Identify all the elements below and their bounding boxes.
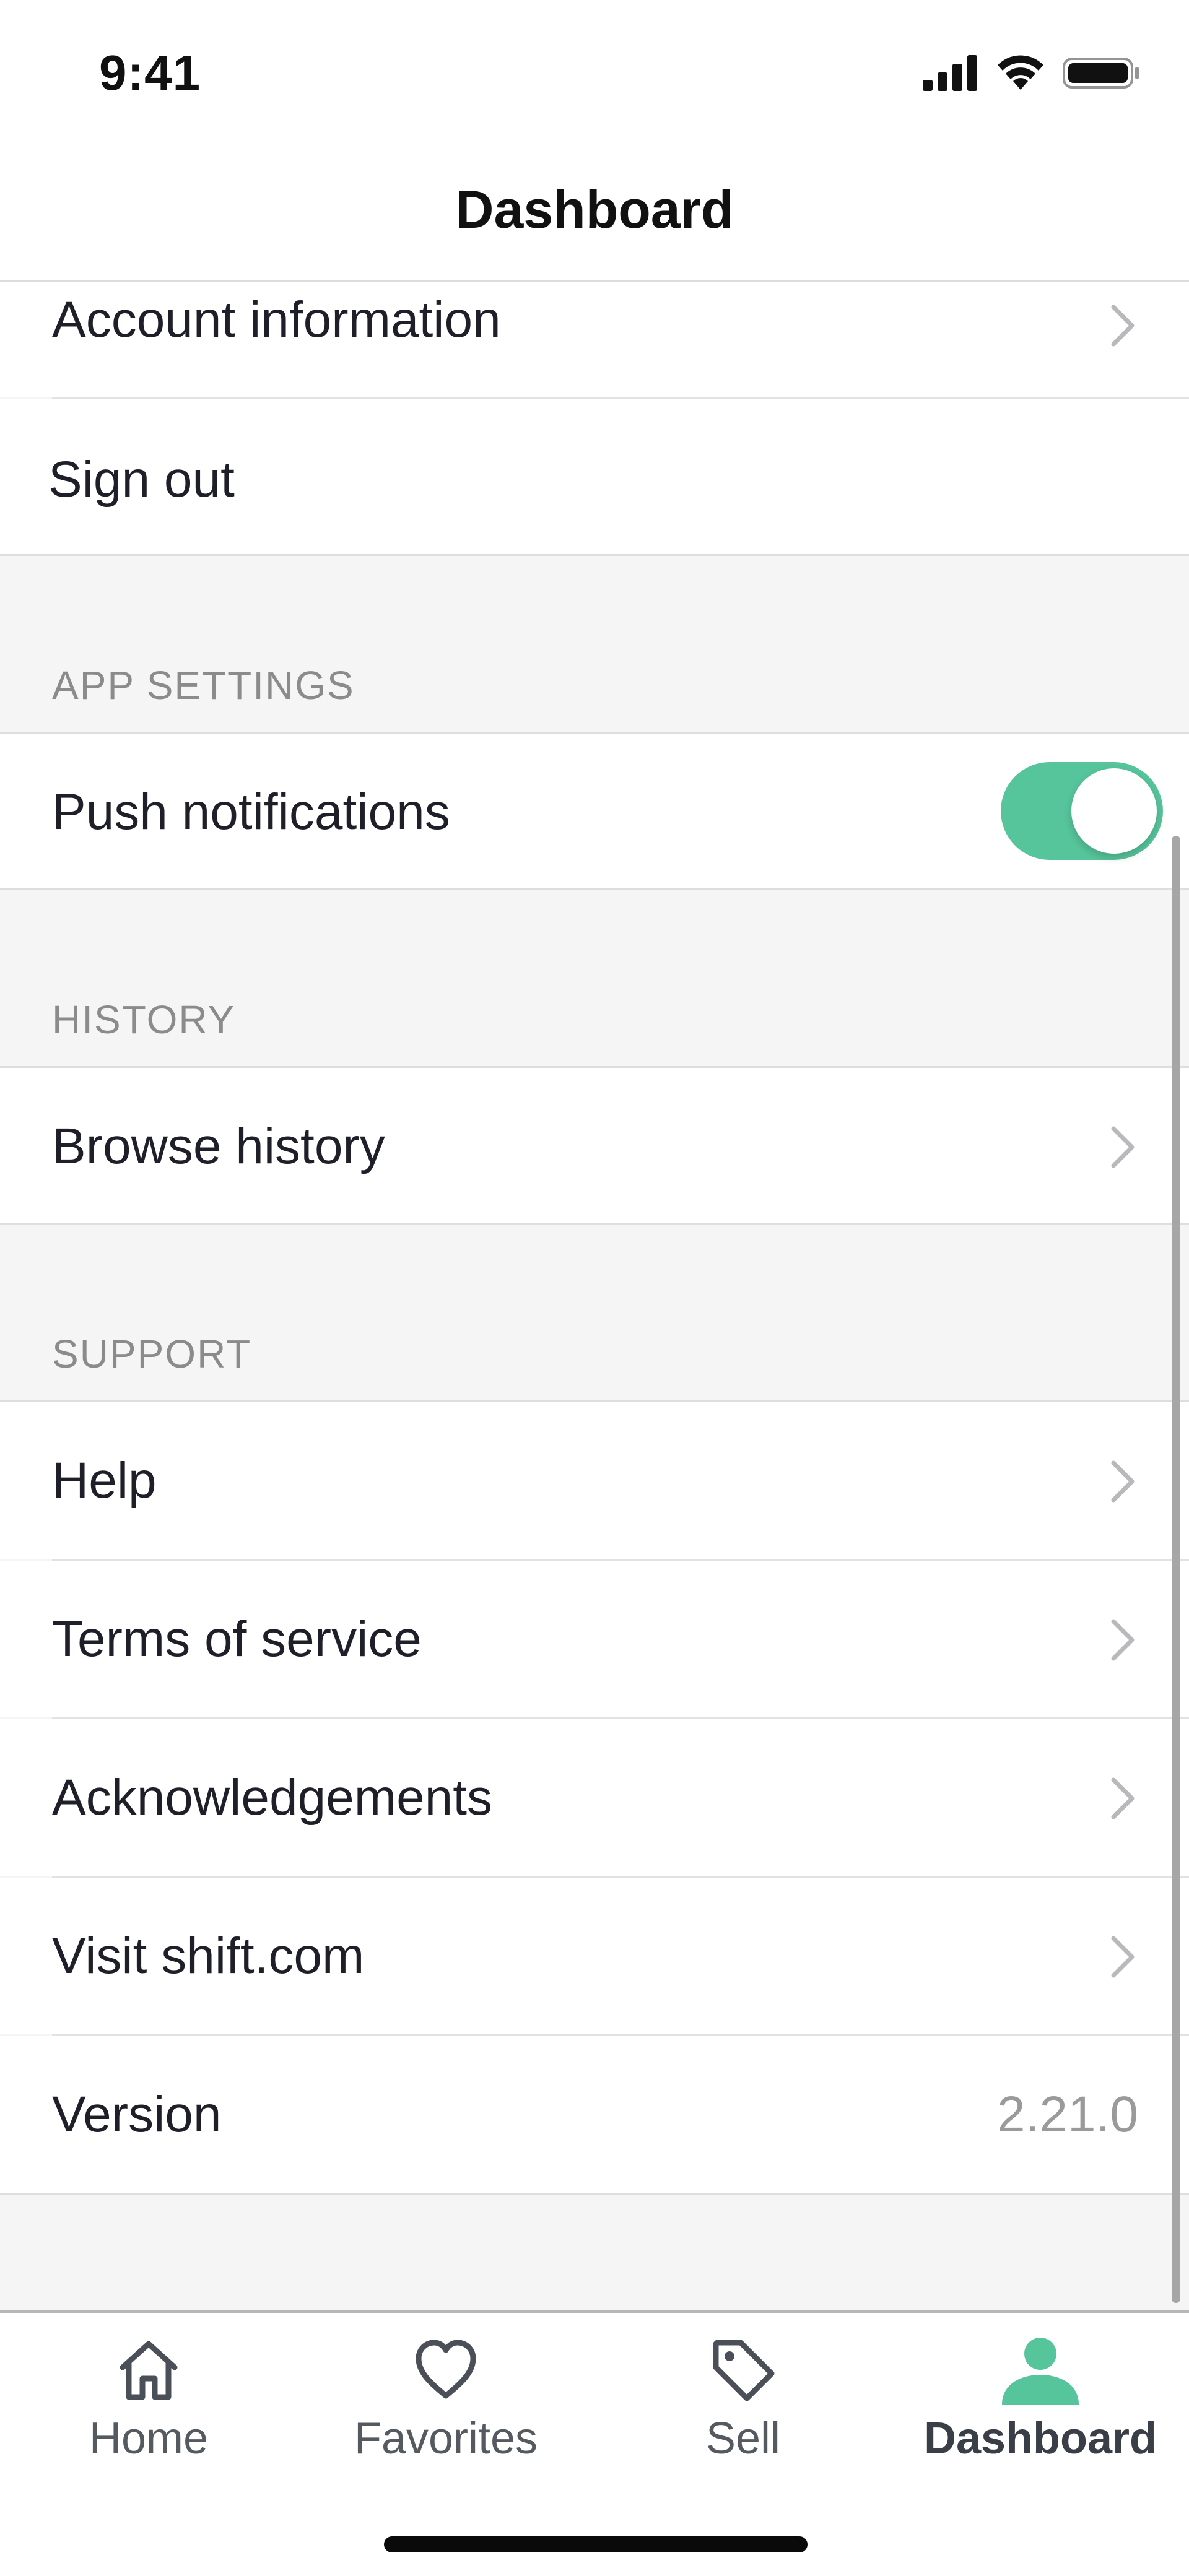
chevron-right-icon	[1111, 1777, 1135, 1819]
visit-shift-label: Visit shift.com	[52, 1928, 365, 1984]
account-information-label: Account information	[52, 292, 501, 348]
dashboard-screen: 9:41 Dashboard Account information Sign …	[0, 0, 1189, 2576]
navigation-bar: Dashboard	[0, 142, 1189, 282]
chevron-right-icon	[1111, 1936, 1135, 1978]
home-icon	[120, 2341, 178, 2400]
section-header-app-settings: APP SETTINGS	[52, 663, 355, 708]
sign-out-row[interactable]: Sign out	[0, 399, 1189, 554]
status-time: 9:41	[99, 45, 201, 100]
wifi-icon	[998, 55, 1043, 90]
section-header-history: HISTORY	[52, 997, 236, 1042]
cellular-signal-icon	[923, 55, 977, 91]
sign-out-label: Sign out	[48, 451, 235, 508]
settings-list[interactable]: Account information Sign out APP SETTING…	[0, 280, 1189, 2310]
chevron-right-icon	[1111, 1126, 1135, 1168]
tab-favorites-label: Favorites	[354, 2414, 538, 2463]
tab-home-label: Home	[89, 2414, 209, 2463]
chevron-right-icon	[1111, 1460, 1135, 1503]
tab-home[interactable]: Home	[0, 2324, 297, 2473]
tab-dashboard-label: Dashboard	[923, 2414, 1157, 2463]
push-notifications-row: Push notifications	[0, 734, 1189, 888]
page-title: Dashboard	[455, 180, 734, 240]
browse-history-row[interactable]: Browse history	[0, 1068, 1189, 1223]
version-value: 2.21.0	[997, 2086, 1138, 2143]
section-divider	[0, 2193, 1189, 2195]
tab-dashboard[interactable]: Dashboard	[892, 2324, 1189, 2473]
chevron-right-icon	[1111, 305, 1135, 347]
version-row: Version 2.21.0	[0, 2036, 1189, 2193]
tab-sell[interactable]: Sell	[594, 2324, 892, 2473]
section-divider	[0, 554, 1189, 556]
status-icons	[923, 54, 1141, 92]
help-row[interactable]: Help	[0, 1402, 1189, 1559]
scrollbar[interactable]	[1172, 836, 1180, 2303]
heart-icon	[416, 2340, 476, 2399]
tab-bar: Home Favorites Sell Dashboard	[0, 2310, 1189, 2576]
battery-icon	[1063, 58, 1139, 89]
section-header-support: SUPPORT	[52, 1332, 252, 1376]
tab-favorites[interactable]: Favorites	[297, 2324, 594, 2473]
acknowledgements-row[interactable]: Acknowledgements	[0, 1719, 1189, 1876]
terms-of-service-label: Terms of service	[52, 1611, 422, 1667]
browse-history-label: Browse history	[52, 1118, 385, 1174]
section-divider	[0, 1223, 1189, 1225]
person-icon	[1002, 2338, 1079, 2405]
version-label: Version	[52, 2086, 222, 2143]
toggle-knob	[1071, 768, 1157, 854]
help-label: Help	[52, 1452, 157, 1509]
section-divider	[0, 888, 1189, 890]
tab-sell-label: Sell	[705, 2414, 781, 2463]
terms-of-service-row[interactable]: Terms of service	[0, 1561, 1189, 1717]
visit-shift-row[interactable]: Visit shift.com	[0, 1878, 1189, 2034]
status-bar: 9:41	[0, 0, 1189, 142]
acknowledgements-label: Acknowledgements	[52, 1769, 493, 1826]
tag-icon	[713, 2340, 775, 2401]
push-notifications-toggle[interactable]	[1001, 762, 1163, 860]
account-information-row[interactable]: Account information	[0, 280, 1189, 397]
push-notifications-label: Push notifications	[52, 784, 450, 840]
home-indicator[interactable]	[384, 2536, 808, 2552]
chevron-right-icon	[1111, 1619, 1135, 1661]
